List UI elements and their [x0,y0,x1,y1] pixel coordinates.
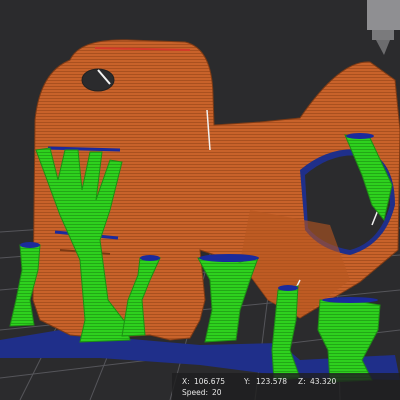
x-label: X: [182,377,190,386]
mounting-hole [81,68,115,92]
y-label: Y: [244,377,251,386]
speed-label: Speed: [182,388,209,397]
y-value: 123.578 [256,377,288,386]
z-label: Z: [298,377,306,386]
3d-slice-preview[interactable]: X: 106.675 Y: 123.578 Z: 43.320 Speed: 2… [0,0,400,400]
coordinate-readout: X: 106.675 Y: 123.578 Z: 43.320 Speed: 2… [172,373,400,400]
z-value: 43.320 [310,377,337,386]
nozzle-icon [367,0,400,55]
preview-canvas[interactable] [0,0,400,400]
tree-support [197,257,259,343]
x-value: 106.675 [194,377,226,386]
speed-value: 20 [212,388,222,397]
